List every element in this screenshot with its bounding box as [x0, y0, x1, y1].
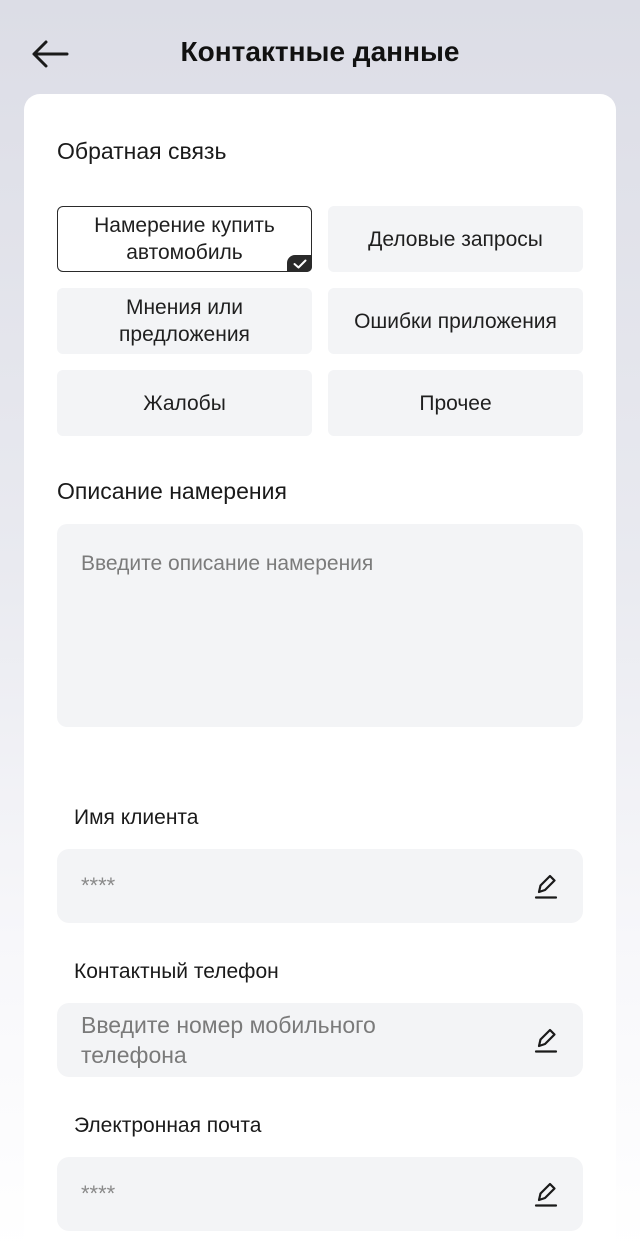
pencil-icon[interactable]: [531, 871, 561, 901]
email-field[interactable]: ****: [57, 1157, 583, 1231]
chip-label: Намерение купить автомобиль: [94, 214, 275, 264]
client-name-label: Имя клиента: [74, 806, 199, 829]
phone-field[interactable]: Введите номер мобильного телефона: [57, 1003, 583, 1077]
client-name-value: ****: [81, 873, 116, 898]
check-icon: [287, 255, 312, 272]
chip-label: Ошибки приложения: [354, 309, 557, 333]
chip-business-inquiries[interactable]: Деловые запросы: [328, 206, 583, 272]
description-section-title: Описание намерения: [57, 478, 287, 504]
page-title: Контактные данные: [180, 36, 460, 67]
chip-label: Деловые запросы: [368, 227, 543, 251]
chip-complaints[interactable]: Жалобы: [57, 370, 312, 436]
chip-app-errors[interactable]: Ошибки приложения: [328, 288, 583, 354]
email-value: ****: [81, 1181, 116, 1206]
phone-label: Контактный телефон: [74, 960, 279, 983]
description-textarea[interactable]: Введите описание намерения: [57, 524, 583, 727]
chip-purchase-intent[interactable]: Намерение купить автомобиль: [57, 206, 312, 272]
email-label: Электронная почта: [74, 1114, 262, 1137]
feedback-section-title: Обратная связь: [57, 138, 227, 164]
header: Контактные данные: [0, 0, 640, 94]
chip-opinions-suggestions[interactable]: Мнения или предложения: [57, 288, 312, 354]
pencil-icon[interactable]: [531, 1025, 561, 1055]
description-placeholder: Введите описание намерения: [81, 552, 374, 575]
chip-other[interactable]: Прочее: [328, 370, 583, 436]
phone-placeholder: Введите номер мобильного телефона: [81, 1012, 376, 1068]
pencil-icon[interactable]: [531, 1179, 561, 1209]
chip-label: Жалобы: [143, 391, 226, 415]
client-name-field[interactable]: ****: [57, 849, 583, 923]
chip-label: Прочее: [419, 391, 492, 415]
contact-form-card: Обратная связь Намерение купить автомоби…: [24, 94, 616, 1252]
chip-label: Мнения или предложения: [119, 296, 250, 346]
